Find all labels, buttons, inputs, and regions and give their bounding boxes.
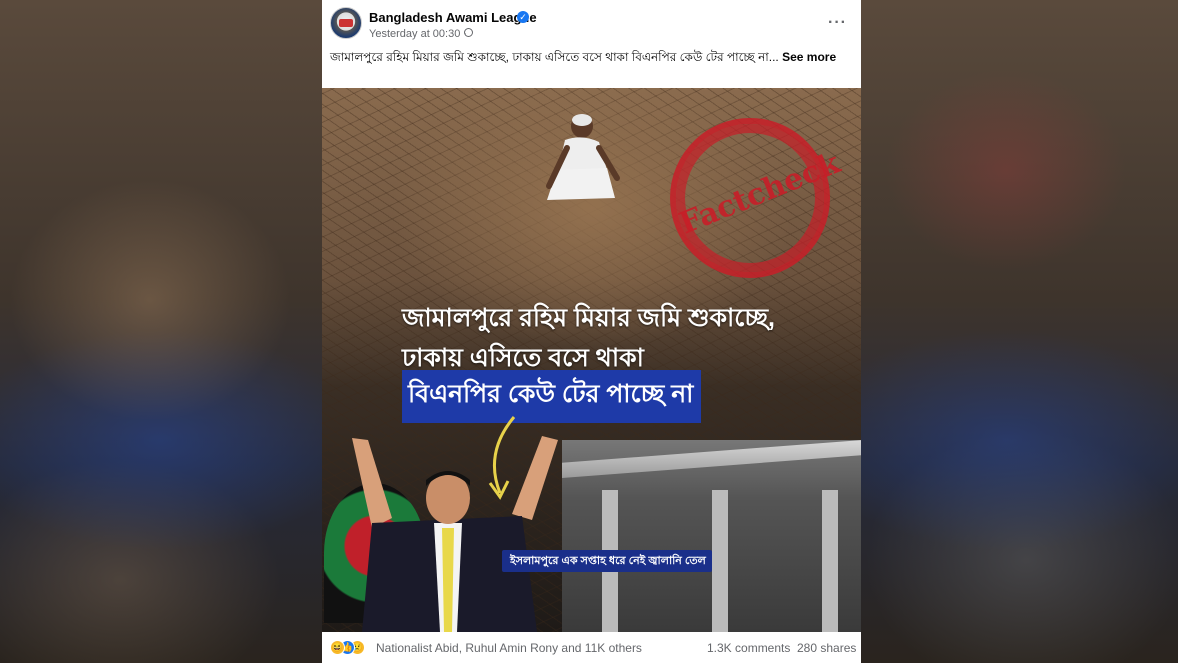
background-blur-right — [856, 0, 1178, 663]
farmer-figure — [546, 114, 620, 200]
facebook-post-card: Bangladesh Awami League ✓ Yesterday at 0… — [322, 0, 861, 663]
news-ticker-strip: ইসলামপুরে এক সপ্তাহ ধরে নেই জ্বালানি তেল — [502, 550, 712, 572]
politician-figure — [352, 436, 558, 632]
post-timestamp[interactable]: Yesterday at 00:30 · — [369, 28, 467, 40]
stamp-text: Factcheck — [674, 145, 845, 242]
post-image[interactable]: Factcheck জামালপুরে রহিম মিয়ার জমি শুকা… — [322, 88, 861, 632]
image-headline-line1: জামালপুরে রহিম মিয়ার জমি শুকাচ্ছে, — [402, 304, 775, 332]
factcheck-stamp: Factcheck — [645, 93, 855, 303]
image-headline-highlight: বিএনপির কেউ টের পাচ্ছে না — [402, 370, 702, 423]
verified-badge-icon: ✓ — [517, 11, 529, 23]
post-caption: জামালপুরে রহিম মিয়ার জমি শুকাচ্ছে, ঢাকা… — [330, 49, 850, 65]
see-more-link[interactable]: See more — [782, 50, 836, 64]
post-header: Bangladesh Awami League ✓ Yesterday at 0… — [322, 0, 861, 44]
caption-text: জামালপুরে রহিম মিয়ার জমি শুকাচ্ছে, ঢাকা… — [330, 50, 779, 64]
page-avatar[interactable] — [330, 7, 362, 39]
reactors-summary[interactable]: Nationalist Abid, Ruhul Amin Rony and 11… — [376, 641, 642, 655]
reaction-icons[interactable]: 😆 👍 😢 — [330, 640, 366, 656]
page-name-link[interactable]: Bangladesh Awami League — [369, 10, 537, 25]
background-blur-left — [0, 0, 322, 663]
post-footer: 😆 👍 😢 Nationalist Abid, Ruhul Amin Rony … — [322, 632, 861, 663]
shares-count[interactable]: 280 shares — [797, 641, 856, 655]
globe-icon — [464, 28, 473, 37]
more-options-icon[interactable]: ··· — [828, 14, 847, 32]
fuel-station-photo — [562, 440, 861, 632]
comments-count[interactable]: 1.3K comments — [707, 641, 790, 655]
haha-icon: 😆 — [330, 640, 345, 655]
